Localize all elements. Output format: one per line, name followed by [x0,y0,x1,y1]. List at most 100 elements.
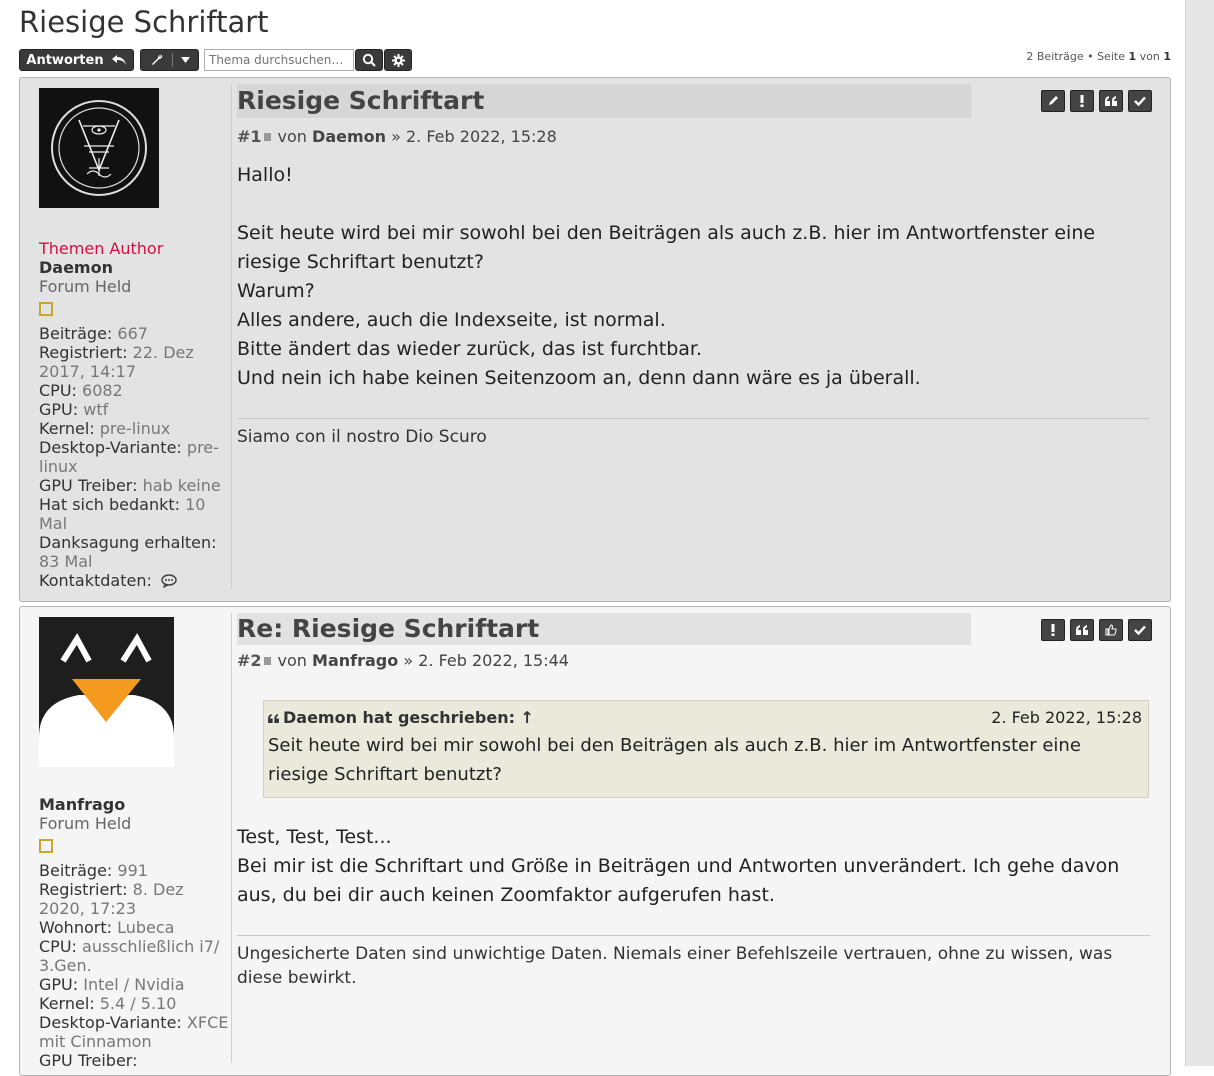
quote-button[interactable] [1070,619,1094,641]
avatar[interactable] [39,88,159,208]
page-of: von [1139,50,1160,63]
post-body: Re: Riesige Schriftart #2 von Manfrago » … [237,613,1150,990]
quote-button[interactable] [1099,90,1123,112]
post-author[interactable]: Daemon [312,127,386,146]
edit-button[interactable] [1041,90,1065,112]
profile-field: CPU: ausschließlich i7/ 3.Gen. [39,937,220,975]
profile-field: GPU: wtf [39,400,109,419]
by-label: von [277,651,307,670]
post-date: » 2. Feb 2022, 15:28 [391,127,557,146]
mark-solved-button[interactable] [1128,90,1152,112]
post-number[interactable]: #1 [237,127,262,146]
content-line: Hallo! [237,164,293,186]
thanks-button[interactable] [1099,619,1123,641]
topic-search-input[interactable] [204,49,354,71]
post-link-icon[interactable] [263,132,272,142]
post-profile: Manfrago Forum Held Beiträge: 991 Regist… [39,617,229,1070]
post-content: Hallo! Seit heute wird bei mir sowohl be… [237,161,1150,393]
avatar[interactable] [39,617,174,767]
post-divider [231,84,232,589]
profile-field: GPU: Intel / Nvidia [39,975,185,994]
quote-icon [1105,96,1117,106]
content-line [237,190,1150,219]
topic-author-label: Themen Author [39,239,164,258]
quote-author[interactable]: Daemon hat geschrieben: ↑ [268,708,534,728]
profile-field: Danksagung erhalten: 83 Mal [39,533,217,571]
quote-date: 2. Feb 2022, 15:28 [991,708,1142,727]
reply-label: Antworten [26,52,104,68]
profile-field: Kernel: pre-linux [39,419,171,438]
post-content: Test, Test, Test... Bei mir ist die Schr… [237,823,1150,910]
content-line: Test, Test, Test... [237,826,392,848]
topic-tools-button[interactable] [140,49,199,71]
search-button[interactable] [355,49,383,71]
rank-icon [39,302,53,316]
post-buttons [1041,619,1152,641]
page-total: 1 [1163,50,1171,63]
thumbs-up-icon [1105,624,1117,636]
exclamation-icon [1051,624,1055,636]
pagination-info: 2 Beiträge • Seite 1 von 1 [1026,50,1171,63]
page-current: 1 [1128,50,1137,63]
post-meta: #2 von Manfrago » 2. Feb 2022, 15:44 [237,651,1150,670]
post-buttons [1041,90,1152,112]
post-title[interactable]: Riesige Schriftart [237,84,971,118]
profile-field: Registriert: 22. Dez 2017, 14:17 [39,343,194,381]
profile-field: Kontaktdaten: [39,571,229,590]
post-body: Riesige Schriftart #1 von Daemon » 2. Feb… [237,84,1150,449]
quote-block: Daemon hat geschrieben: ↑ 2. Feb 2022, 1… [263,700,1149,798]
profile-field: Wohnort: Lubeca [39,918,175,937]
exclamation-icon [1080,95,1084,107]
report-button[interactable] [1070,90,1094,112]
quote-header: Daemon hat geschrieben: ↑ 2. Feb 2022, 1… [268,708,1142,728]
report-button[interactable] [1041,619,1065,641]
profile-field: CPU: 6082 [39,381,123,400]
post-profile: Themen Author Daemon Forum Held Beiträge… [39,88,229,590]
action-bar: Antworten 2 Beiträge • Seite 1 von 1 [19,49,1171,73]
search-icon [362,53,376,67]
checkmark-icon [1134,625,1146,635]
checkmark-icon [1134,96,1146,106]
gear-icon [391,53,405,67]
advanced-search-button[interactable] [384,49,412,71]
posts-count: 2 Beiträge [1026,50,1084,63]
mark-solved-button[interactable] [1128,619,1152,641]
profile-fields: Beiträge: 991 Registriert: 8. Dez 2020, … [39,861,229,1070]
quote-text: Seit heute wird bei mir sowohl bei den B… [268,735,1081,785]
post-link-icon[interactable] [263,656,272,666]
user-rank: Forum Held [39,277,132,296]
signature: Ungesicherte Daten sind unwichtige Daten… [237,935,1150,990]
profile-field: Desktop-Variante: XFCE mit Cinnamon [39,1013,229,1051]
profile-field: Desktop-Variante: pre-linux [39,438,219,476]
post-meta: #1 von Daemon » 2. Feb 2022, 15:28 [237,127,1150,146]
post: Manfrago Forum Held Beiträge: 991 Regist… [19,606,1171,1076]
post-divider [231,613,232,1063]
profile-field: Kernel: 5.4 / 5.10 [39,994,177,1013]
author-name[interactable]: Manfrago [39,795,229,814]
post-date: » 2. Feb 2022, 15:44 [403,651,569,670]
page-title: Riesige Schriftart [19,5,269,39]
content-line: Bitte ändert das wieder zurück, das ist … [237,338,703,360]
reply-button[interactable]: Antworten [19,49,134,71]
post-title[interactable]: Re: Riesige Schriftart [237,613,971,645]
signature: Siamo con il nostro Dio Scuro [237,418,1150,449]
quote-icon [268,714,279,723]
author-name[interactable]: Daemon [39,258,229,277]
contact-icon[interactable] [161,574,177,589]
quote-icon [1076,625,1088,635]
chevron-down-icon [180,57,190,63]
by-label: von [277,127,307,146]
profile-field: Registriert: 8. Dez 2020, 17:23 [39,880,184,918]
content-line: Alles andere, auch die Indexseite, ist n… [237,309,666,331]
profile-field: GPU Treiber: hab keine [39,476,221,495]
user-rank: Forum Held [39,814,132,833]
scrollbar-area[interactable] [1185,0,1214,1066]
post-number[interactable]: #2 [237,651,262,670]
page-label: Seite [1097,50,1125,63]
wrench-icon [151,54,162,65]
reply-arrow-icon [111,55,126,65]
content-line: Seit heute wird bei mir sowohl bei den B… [237,222,1096,273]
post-author[interactable]: Manfrago [312,651,398,670]
profile-field: Beiträge: 667 [39,324,148,343]
pencil-icon [1049,96,1058,105]
